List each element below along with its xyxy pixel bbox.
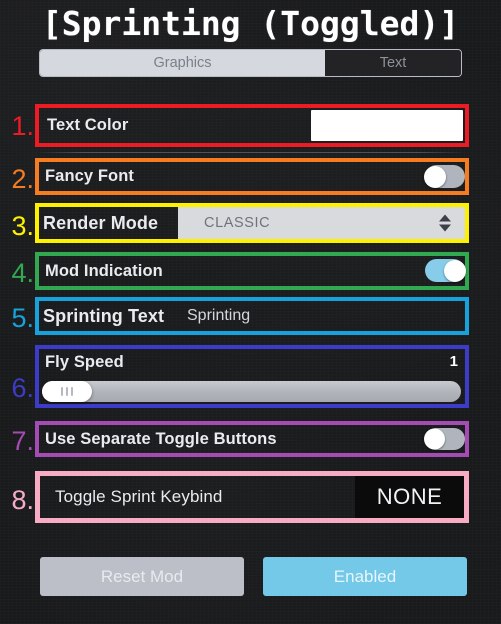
fly-speed-label: Fly Speed [45, 352, 124, 371]
mod-indication-label: Mod Indication [45, 261, 163, 280]
fly-speed-value: 1 [449, 353, 458, 370]
setting-row-sprinting-text: Sprinting Text [39, 301, 465, 331]
setting-row-mod-indication[interactable]: Mod Indication [39, 256, 465, 286]
toggle-sprint-keybind-label: Toggle Sprint Keybind [55, 487, 223, 506]
grip-line-icon [61, 387, 63, 396]
render-mode-label: Render Mode [43, 212, 159, 233]
setting-row-fly-speed: Fly Speed [39, 349, 465, 375]
tab-text[interactable]: Text [325, 50, 461, 76]
text-color-label: Text Color [47, 116, 129, 134]
fly-speed-slider-handle[interactable] [42, 381, 92, 402]
fancy-font-toggle[interactable] [424, 165, 465, 188]
grip-line-icon [71, 387, 73, 396]
annotation-number-5: 5. [11, 303, 34, 333]
text-color-swatch[interactable] [311, 110, 463, 141]
toggle-sprint-keybind-button[interactable]: NONE [355, 476, 464, 518]
sprinting-text-input[interactable]: Sprinting [187, 307, 250, 325]
mod-indication-toggle[interactable] [425, 259, 466, 282]
stepper-arrows-icon[interactable] [439, 214, 451, 232]
render-mode-value: CLASSIC [204, 215, 271, 231]
render-mode-dropdown[interactable]: CLASSIC [178, 207, 465, 239]
setting-row-separate-toggle-buttons[interactable]: Use Separate Toggle Buttons [39, 425, 465, 453]
toggle-knob [424, 428, 445, 450]
separate-toggle-buttons-label: Use Separate Toggle Buttons [45, 429, 277, 448]
row-separator [40, 152, 461, 153]
fancy-font-label: Fancy Font [45, 167, 135, 185]
page-title: [Sprinting (Toggled)] [41, 4, 460, 43]
chevron-down-icon [439, 224, 451, 232]
toggle-sprint-keybind-value: NONE [376, 484, 443, 509]
reset-mod-button[interactable]: Reset Mod [40, 557, 244, 596]
annotation-number-4: 4. [11, 258, 34, 288]
annotation-number-7: 7. [11, 426, 34, 456]
fly-speed-slider[interactable] [42, 381, 461, 402]
tab-graphics[interactable]: Graphics [40, 50, 325, 76]
toggle-knob [444, 259, 466, 282]
enabled-button[interactable]: Enabled [263, 557, 467, 596]
grip-line-icon [66, 387, 68, 396]
annotation-number-1: 1. [11, 111, 34, 141]
tab-bar: Graphics Text [39, 49, 462, 77]
separate-toggle-buttons-toggle[interactable] [424, 428, 465, 450]
sprinting-text-label: Sprinting Text [43, 305, 165, 326]
toggle-knob [424, 165, 446, 188]
chevron-up-icon [439, 214, 451, 222]
mod-settings-screen: [Sprinting (Toggled)] Graphics Text 1. T… [0, 0, 501, 624]
annotation-number-8: 8. [11, 485, 34, 515]
annotation-number-6: 6. [11, 373, 34, 403]
annotation-number-3: 3. [11, 211, 34, 241]
annotation-number-2: 2. [11, 164, 34, 194]
setting-row-fancy-font[interactable]: Fancy Font [39, 162, 465, 191]
